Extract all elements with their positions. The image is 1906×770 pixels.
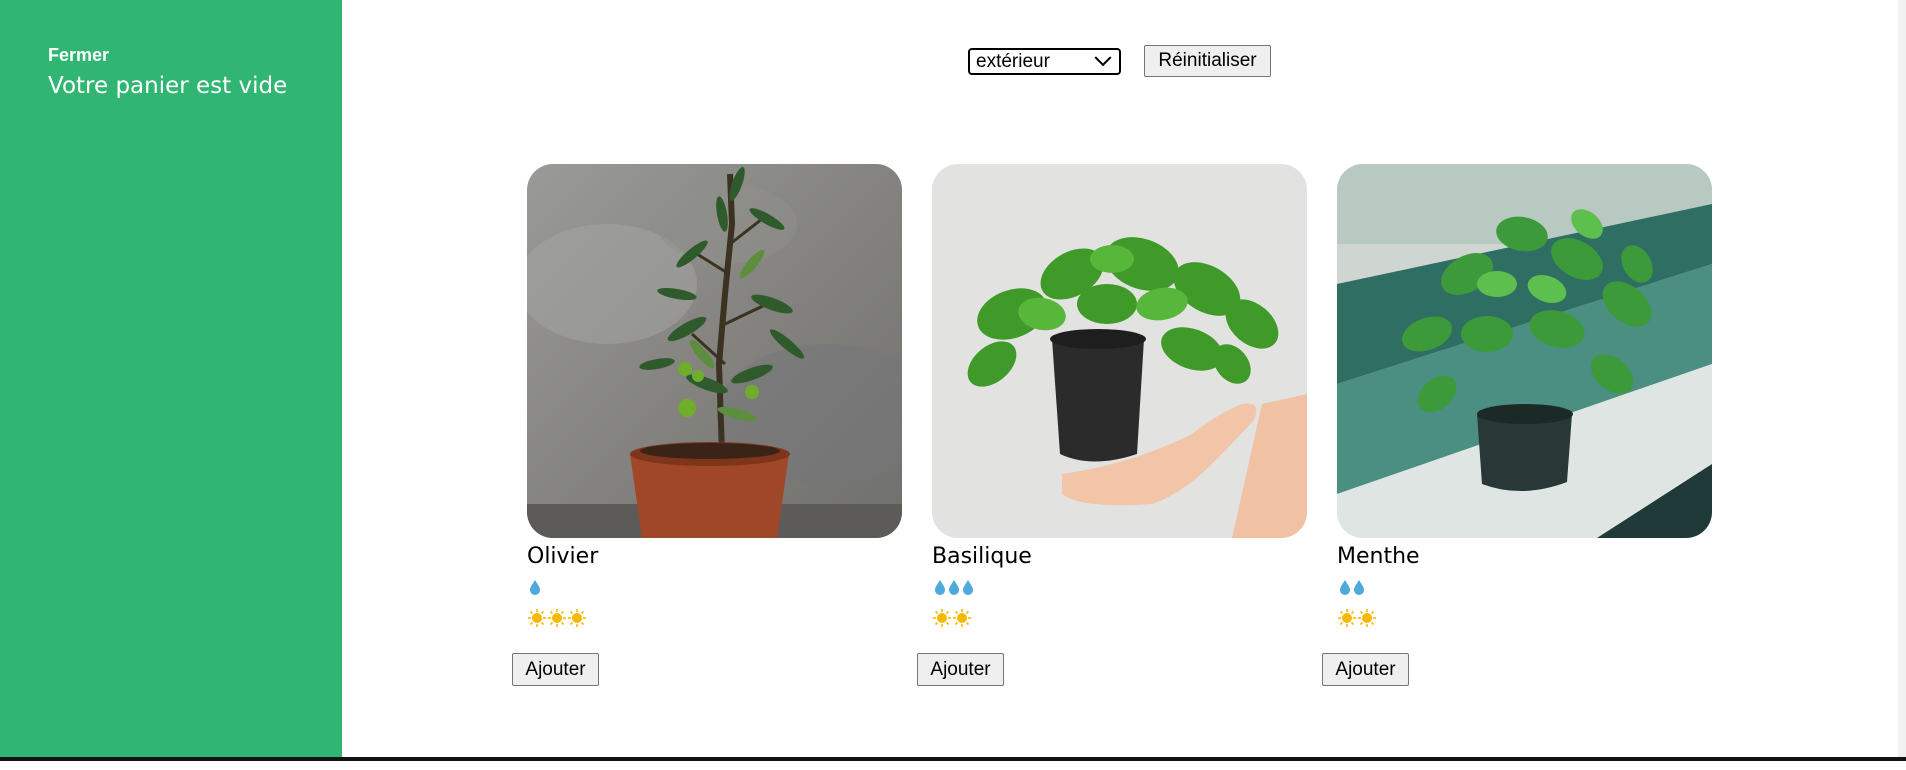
basil-plant-photo [932, 164, 1307, 538]
light-level [527, 608, 587, 630]
window-bottom-border [0, 757, 1906, 761]
close-cart-button[interactable]: Fermer [48, 43, 109, 67]
plant-name: Menthe [1337, 544, 1420, 569]
light-level [1337, 608, 1377, 630]
water-drop-icon [1340, 580, 1350, 595]
mint-image [1337, 164, 1712, 538]
water-level [1339, 579, 1365, 599]
page: Fermer Votre panier est vide extérieur R… [0, 0, 1906, 770]
water-level [934, 579, 974, 599]
olive-tree-image [527, 164, 902, 538]
sun-icon [1358, 609, 1376, 627]
sun-icon [953, 609, 971, 627]
sun-icon [568, 609, 586, 627]
sun-icon [548, 609, 566, 627]
mint-plant-photo [1337, 164, 1712, 538]
plant-name: Basilique [932, 544, 1032, 569]
category-select-value: extérieur [976, 50, 1050, 72]
water-drop-icon [530, 580, 540, 595]
reset-button[interactable]: Réinitialiser [1144, 45, 1271, 77]
cart-sidebar: Fermer Votre panier est vide [0, 0, 342, 757]
plant-card-olivier: Olivier Ajouter [512, 164, 903, 704]
add-to-cart-button[interactable]: Ajouter [1322, 653, 1409, 686]
water-drop-icon [935, 580, 945, 595]
sun-icon [933, 609, 951, 627]
sun-icon [528, 609, 546, 627]
add-to-cart-button[interactable]: Ajouter [917, 653, 1004, 686]
cart-empty-message: Votre panier est vide [48, 73, 288, 99]
sun-icon [1338, 609, 1356, 627]
chevron-down-icon [1094, 48, 1112, 66]
vertical-scrollbar[interactable] [1898, 0, 1906, 757]
olive-tree-photo [527, 164, 902, 538]
light-level [932, 608, 972, 630]
plant-name: Olivier [527, 544, 599, 569]
add-to-cart-button[interactable]: Ajouter [512, 653, 599, 686]
water-drop-icon [1354, 580, 1364, 595]
category-select[interactable]: extérieur [968, 48, 1121, 75]
water-drop-icon [963, 580, 973, 595]
plant-card-basilique: Basilique Ajouter [917, 164, 1308, 704]
basil-image [932, 164, 1307, 538]
water-drop-icon [949, 580, 959, 595]
water-level [529, 579, 541, 599]
plant-card-menthe: Menthe Ajouter [1322, 164, 1713, 704]
